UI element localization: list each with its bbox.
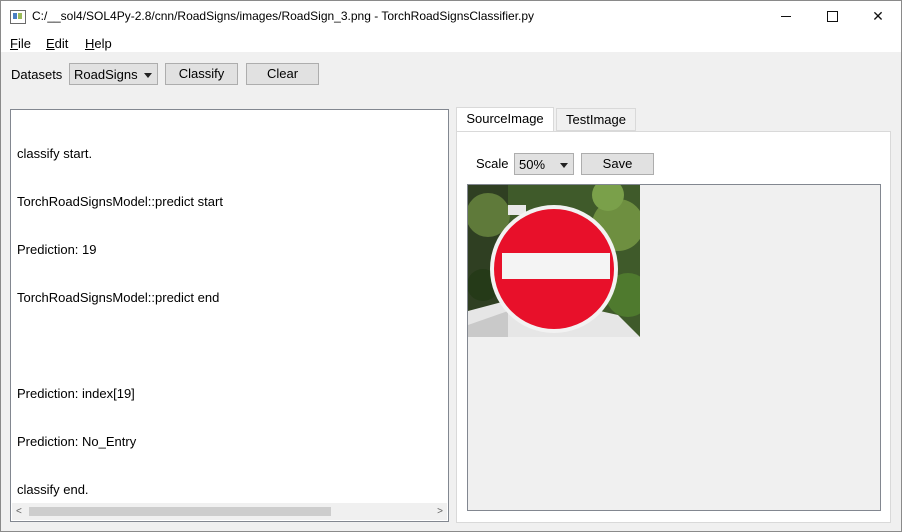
main-window: C:/__sol4/SOL4Py-2.8/cnn/RoadSigns/image… — [0, 0, 902, 532]
menu-help-label: elp — [94, 36, 112, 51]
output-line: Prediction: 19 — [17, 242, 97, 257]
datasets-combobox[interactable]: RoadSigns — [69, 63, 158, 85]
window-title: C:/__sol4/SOL4Py-2.8/cnn/RoadSigns/image… — [32, 9, 535, 23]
scale-label: Scale — [476, 156, 509, 171]
scroll-left-icon[interactable]: < — [16, 506, 22, 517]
output-line: Prediction: No_Entry — [17, 434, 137, 449]
output-line: classify end. — [17, 482, 89, 497]
close-icon: ✕ — [872, 8, 884, 24]
app-window-icon — [10, 10, 26, 24]
classify-button[interactable]: Classify — [165, 63, 238, 85]
menu-file-accel: F — [10, 36, 18, 51]
menu-help-accel: H — [85, 36, 95, 51]
output-line: Prediction: index[19] — [17, 386, 135, 401]
minimize-icon — [781, 16, 791, 17]
tab-test-image[interactable]: TestImage — [556, 108, 636, 131]
scrollbar-thumb[interactable] — [29, 507, 331, 516]
menu-edit-label: dit — [54, 36, 69, 51]
maximize-icon — [826, 11, 838, 22]
toolbar: Datasets RoadSigns Classify Clear — [1, 53, 901, 97]
output-line: TorchRoadSignsModel::predict end — [17, 290, 220, 305]
save-button[interactable]: Save — [581, 153, 654, 175]
menu-bar: File Edit Help — [1, 32, 901, 52]
minimize-button[interactable] — [763, 1, 809, 32]
scale-combobox[interactable]: 50% — [514, 153, 574, 175]
tab-source-image[interactable]: SourceImage — [456, 107, 554, 132]
close-button[interactable]: ✕ — [855, 1, 901, 32]
road-sign-image — [468, 185, 640, 337]
menu-edit[interactable]: Edit — [46, 36, 68, 51]
menu-edit-accel: E — [46, 36, 55, 51]
datasets-label: Datasets — [11, 67, 63, 82]
chevron-down-icon — [144, 73, 152, 78]
chevron-down-icon — [560, 163, 568, 168]
image-view[interactable] — [467, 184, 881, 511]
maximize-button[interactable] — [809, 1, 855, 32]
menu-file-label: ile — [17, 36, 31, 51]
title-bar: C:/__sol4/SOL4Py-2.8/cnn/RoadSigns/image… — [1, 1, 901, 32]
output-line: TorchRoadSignsModel::predict start — [17, 194, 223, 209]
source-image-panel: Scale 50% Save — [456, 131, 891, 523]
scroll-right-icon[interactable]: > — [437, 506, 443, 517]
datasets-selected-value: RoadSigns — [74, 67, 138, 82]
menu-help[interactable]: Help — [85, 36, 112, 51]
output-line: classify start. — [17, 146, 93, 161]
output-text-area[interactable]: classify start. TorchRoadSignsModel::pre… — [10, 109, 449, 522]
clear-button[interactable]: Clear — [246, 63, 319, 85]
horizontal-scrollbar[interactable]: < > — [12, 503, 447, 520]
output-lines: classify start. TorchRoadSignsModel::pre… — [17, 114, 223, 530]
menu-file[interactable]: File — [10, 36, 31, 51]
scale-selected-value: 50% — [519, 157, 546, 172]
